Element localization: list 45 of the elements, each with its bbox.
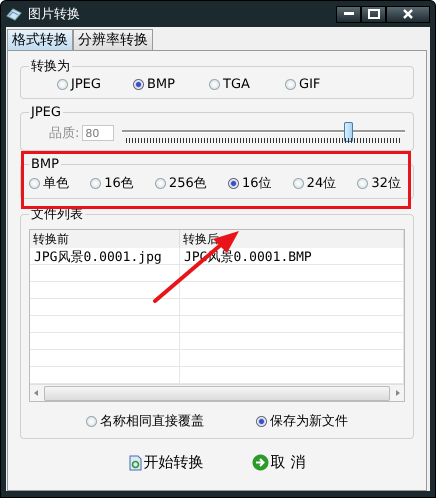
radio-button[interactable]: [133, 79, 144, 90]
radio-label[interactable]: 32位: [371, 174, 401, 192]
radio-button[interactable]: [357, 178, 368, 188]
radio-button[interactable]: [90, 178, 102, 188]
radio-button[interactable]: [228, 178, 239, 188]
cancel-button[interactable]: 取 消: [248, 451, 310, 474]
radio-button[interactable]: [57, 79, 68, 90]
column-header[interactable]: 转换前: [30, 230, 180, 248]
radio-button[interactable]: [285, 79, 296, 90]
radio-button[interactable]: [86, 416, 97, 426]
minimize-icon: [344, 12, 354, 16]
radio-label[interactable]: 256色: [168, 174, 207, 192]
radio-button[interactable]: [154, 178, 166, 188]
close-icon: [403, 9, 413, 19]
radio-label[interactable]: 16位: [242, 174, 272, 192]
table-cell: JPG风景0.0001.jpg: [30, 248, 180, 265]
quality-label: 品质:: [49, 125, 80, 142]
radio-label[interactable]: TGA: [223, 77, 250, 92]
start-button[interactable]: 开始转换: [124, 451, 208, 474]
group-title: 转换为: [30, 58, 71, 75]
radio-label[interactable]: 24位: [306, 174, 336, 192]
document-icon: [128, 454, 142, 470]
tab[interactable]: 分辨率转换: [73, 29, 153, 50]
minimize-button[interactable]: [336, 6, 361, 22]
maximize-button[interactable]: [361, 6, 386, 22]
radio-button[interactable]: [209, 79, 220, 90]
tab[interactable]: 格式转换: [7, 29, 73, 50]
radio-label[interactable]: BMP: [147, 77, 175, 92]
window-title: 图片转换: [28, 6, 80, 23]
quality-slider[interactable]: [122, 122, 405, 144]
close-button[interactable]: [386, 6, 430, 22]
radio-label[interactable]: 16色: [104, 174, 134, 192]
radio-button[interactable]: [29, 178, 40, 188]
app-icon: [6, 7, 22, 21]
radio-label[interactable]: GIF: [299, 77, 320, 92]
horizontal-scrollbar[interactable]: [30, 384, 404, 401]
radio-label[interactable]: JPEG: [71, 77, 101, 92]
radio-label[interactable]: 名称相同直接覆盖: [100, 412, 204, 430]
radio-label[interactable]: 保存为新文件: [270, 412, 348, 430]
group-title: BMP: [30, 157, 60, 172]
group-title: JPEG: [29, 105, 62, 120]
radio-label[interactable]: 单色: [43, 174, 69, 192]
radio-button[interactable]: [256, 416, 267, 426]
maximize-icon: [368, 9, 380, 19]
radio-button[interactable]: [292, 178, 304, 188]
